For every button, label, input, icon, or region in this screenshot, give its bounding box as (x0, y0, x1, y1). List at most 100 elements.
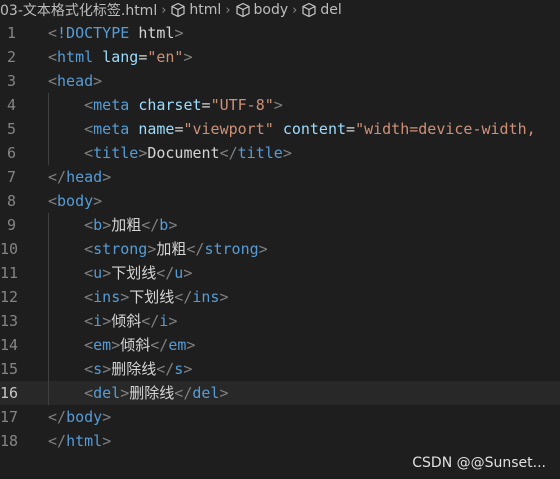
line-number: 3 (6, 72, 16, 90)
code-token: > (282, 144, 292, 162)
code-token: em (168, 336, 187, 354)
code-line[interactable]: 4 <meta charset="UTF-8"> (0, 93, 560, 117)
code-line[interactable]: 15 <s>删除线</s> (0, 357, 560, 381)
code-token: > (102, 264, 112, 282)
breadcrumb: 03-文本格式化标签.html › html › body › del (0, 0, 560, 20)
code-token: </ (150, 336, 169, 354)
code-token: html (138, 24, 175, 42)
code-token: > (168, 312, 178, 330)
code-token: "en" (147, 48, 184, 66)
code-token: < (48, 192, 58, 210)
code-line[interactable]: 5 <meta name="viewport" content="width=d… (0, 117, 560, 141)
code-token: "width=device-width, (355, 120, 536, 138)
code-editor[interactable]: 1 <!DOCTYPE html> 2 <html lang="en"> 3 <head>… (0, 21, 560, 453)
line-number: 6 (6, 144, 16, 162)
code-token: name (138, 120, 175, 138)
code-token: < (84, 144, 94, 162)
code-token: s (174, 360, 184, 378)
code-token: body (57, 192, 94, 210)
code-token: < (48, 24, 58, 42)
code-token: </ (156, 360, 175, 378)
breadcrumb-file[interactable]: 03-文本格式化标签.html (0, 0, 157, 20)
line-number: 10 (0, 240, 19, 258)
chevron-right-icon: › (292, 2, 298, 18)
code-line[interactable]: 1 <!DOCTYPE html> (0, 21, 560, 45)
code-token: < (84, 120, 94, 138)
code-line[interactable]: 13 <i>倾斜</i> (0, 309, 560, 333)
code-text: </head> (48, 165, 111, 189)
code-token: </ (48, 432, 67, 450)
code-text: <u>下划线</u> (48, 261, 192, 285)
code-token: strong (93, 240, 148, 258)
code-token: > (168, 216, 178, 234)
line-number: 7 (6, 168, 16, 186)
code-line[interactable]: 3 <head> (0, 69, 560, 93)
code-token: < (84, 360, 94, 378)
code-token: </ (174, 384, 193, 402)
code-token: head (57, 72, 94, 90)
breadcrumb-item-label: html (189, 2, 222, 18)
line-number: 15 (0, 360, 19, 378)
code-text: </html> (48, 429, 111, 453)
code-token: u (93, 264, 103, 282)
line-number: 12 (0, 288, 19, 306)
code-token: = (201, 96, 211, 114)
code-token: </ (219, 144, 238, 162)
code-token: > (102, 168, 112, 186)
code-token: 下划线 (129, 288, 175, 306)
code-line[interactable]: 17 </body> (0, 405, 560, 429)
code-token: ins (192, 288, 220, 306)
code-token: </ (186, 240, 205, 258)
line-number: 5 (6, 120, 16, 138)
code-token: = (138, 48, 148, 66)
code-text: <del>删除线</del> (48, 381, 228, 405)
code-line[interactable]: 14 <em>倾斜</em> (0, 333, 560, 357)
code-token: em (93, 336, 112, 354)
code-line[interactable]: 12 <ins>下划线</ins> (0, 285, 560, 309)
code-token: > (183, 264, 193, 282)
line-number: 13 (0, 312, 19, 330)
breadcrumb-item-label: del (320, 2, 342, 18)
breadcrumb-file-label: 03-文本格式化标签.html (0, 3, 158, 19)
code-line[interactable]: 7 </head> (0, 165, 560, 189)
code-line[interactable]: 9 <b>加粗</b> (0, 213, 560, 237)
code-line[interactable]: 11 <u>下划线</u> (0, 261, 560, 285)
breadcrumb-item-html[interactable]: html (170, 2, 221, 18)
code-text: <head> (48, 69, 102, 93)
code-line[interactable]: 18 </html> (0, 429, 560, 453)
code-token: title (237, 144, 283, 162)
code-line[interactable]: 8 <body> (0, 189, 560, 213)
line-number: 17 (0, 408, 19, 426)
code-token: title (93, 144, 139, 162)
code-text: <i>倾斜</i> (48, 309, 177, 333)
code-token: charset (138, 96, 202, 114)
code-line[interactable]: 10 <strong>加粗</strong> (0, 237, 560, 261)
code-line[interactable]: 2 <html lang="en"> (0, 45, 560, 69)
code-text: </body> (48, 405, 111, 429)
code-token: 加粗 (156, 240, 187, 258)
code-token: b (93, 216, 103, 234)
code-token: 删除线 (111, 360, 157, 378)
breadcrumb-item-body[interactable]: body (235, 2, 288, 18)
code-token: = (346, 120, 356, 138)
code-token: > (120, 288, 130, 306)
code-token: "UTF-8" (210, 96, 274, 114)
code-token: > (102, 360, 112, 378)
code-token: > (138, 144, 148, 162)
code-token: Document (147, 144, 220, 162)
code-token: 加粗 (111, 216, 142, 234)
cube-icon (302, 2, 316, 18)
code-token: > (183, 360, 193, 378)
cube-icon (235, 2, 250, 18)
code-token: 下划线 (111, 264, 157, 282)
code-token: > (102, 432, 112, 450)
breadcrumb-item-del[interactable]: del (301, 2, 342, 18)
code-token: html (66, 432, 103, 450)
code-line[interactable]: 16 <del>删除线</del> (0, 381, 560, 405)
code-line[interactable]: 6 <title>Document</title> (0, 141, 560, 165)
